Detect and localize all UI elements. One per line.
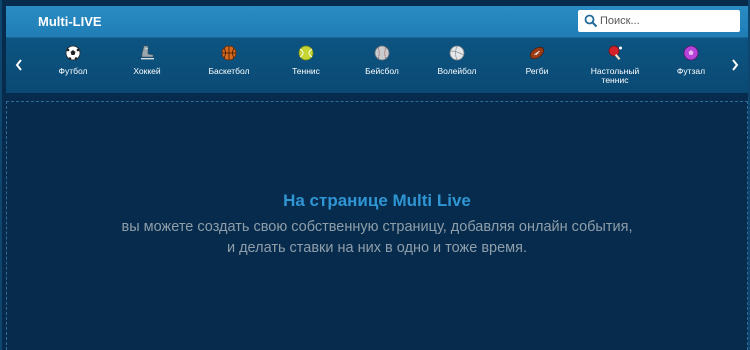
search-input[interactable] [600,12,734,30]
tennis-ball-icon [298,45,314,61]
carousel-next-button[interactable] [728,56,742,74]
sport-item-baseball[interactable]: Бейсбол [347,43,417,89]
sport-label: Теннис [292,66,320,76]
empty-state-text-line-1: вы можете создать свою собственную стран… [121,219,633,235]
multi-live-drop-area: На странице Multi Live вы можете создать… [6,101,748,350]
sport-item-tennis[interactable]: Теннис [271,43,341,89]
soccer-ball-icon [65,45,81,61]
basketball-icon [221,45,237,61]
sport-item-volleyball[interactable]: Волейбол [422,43,492,89]
sport-label: Регби [525,66,549,76]
search-icon [584,14,598,28]
sport-label: Футбол [58,66,88,76]
sport-label: Баскетбол [208,66,250,76]
hockey-skate-icon [141,45,154,60]
sport-item-basketball[interactable]: Баскетбол [194,43,264,89]
header-bar: Multi-LIVE [6,6,748,38]
sport-label: Волейбол [437,66,477,76]
sport-item-rugby[interactable]: Регби [502,43,572,89]
volleyball-icon [449,45,465,61]
sport-item-futsal[interactable]: Футзал [656,43,726,89]
carousel-prev-button[interactable] [12,56,26,74]
sport-item-football[interactable]: Футбол [38,43,108,89]
search-box[interactable] [578,10,740,32]
page-title: Multi-LIVE [38,14,102,29]
futsal-icon [683,45,699,61]
sports-carousel: Футбол Хоккей Баскетбол Теннис Бейсбол В… [6,38,748,93]
sport-label: Бейсбол [365,66,399,76]
multi-live-panel: Multi-LIVE Футбол [0,0,750,350]
sport-label: Хоккей [133,66,161,76]
rugby-ball-icon [529,46,545,60]
sport-label: Футзал [676,66,706,76]
empty-state-heading: На странице Multi Live [283,191,471,210]
table-tennis-icon [608,45,622,61]
chevron-left-icon [15,59,22,71]
sport-item-table-tennis[interactable]: Настольный теннис [580,43,650,89]
sport-label: Настольный теннис [590,66,640,85]
baseball-icon [374,45,390,61]
sport-item-hockey[interactable]: Хоккей [112,43,182,89]
empty-state-text-line-2: и делать ставки на них в одно и тоже вре… [226,240,528,256]
chevron-right-icon [732,59,739,71]
